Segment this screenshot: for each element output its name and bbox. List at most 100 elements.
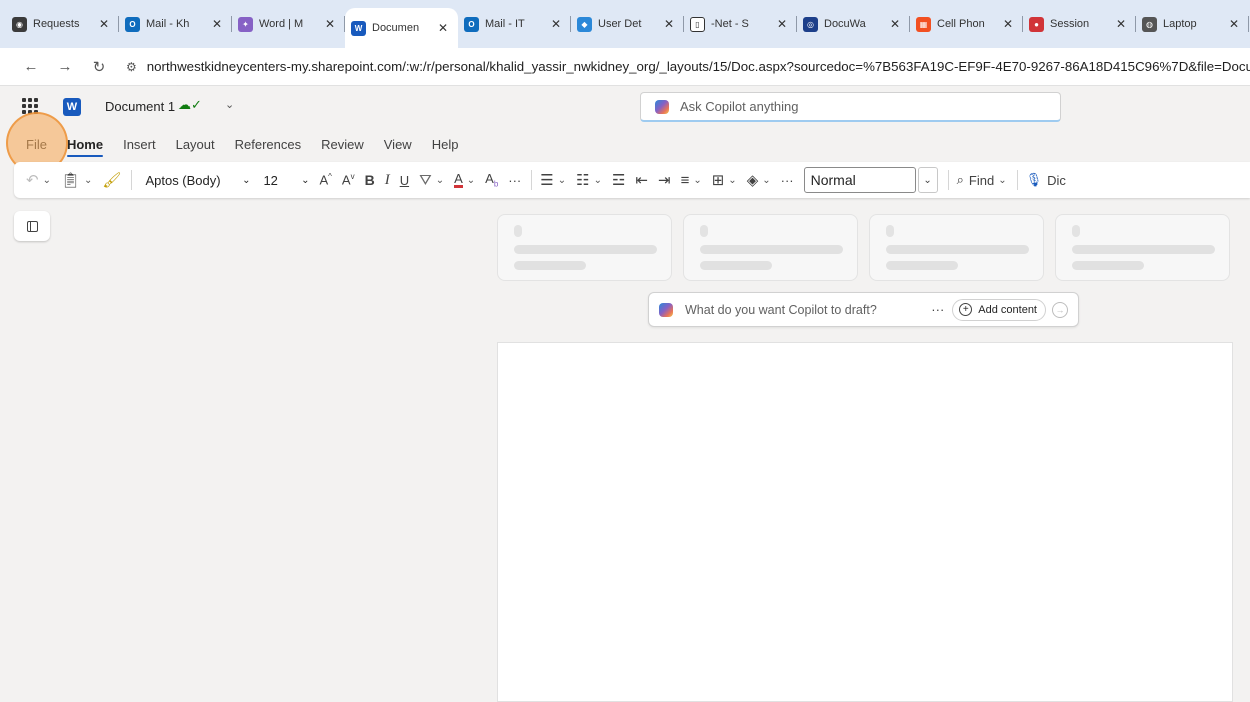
browser-tab[interactable]: W Documen ✕ [345,8,458,48]
copilot-suggestion-card[interactable] [497,214,672,281]
user-details-icon: ◆ [577,16,592,32]
tab-file[interactable]: File [26,137,47,152]
browser-tab[interactable]: ◍ Laptop ✕ [1136,7,1249,41]
browser-tab-title: User Det [598,18,642,30]
skeleton-placeholder [886,245,1029,254]
chevron-down-icon: ⌄ [762,174,771,186]
tab-review[interactable]: Review [321,137,364,152]
italic-button[interactable]: I [385,172,390,189]
dictate-button[interactable]: 🎙︎ Dic [1026,172,1066,188]
tab-home[interactable]: Home [66,137,104,157]
copilot-draft-input[interactable]: What do you want Copilot to draft? ··· +… [648,292,1079,327]
more-paragraph-options-button[interactable]: ··· [781,173,794,188]
close-icon[interactable]: ✕ [549,17,563,31]
font-name-box[interactable]: Aptos (Body) ⌄ [140,168,255,192]
italic-icon: I [384,171,390,188]
browser-tab[interactable]: O Mail - IT ✕ [458,7,571,41]
tab-view[interactable]: View [384,137,412,152]
back-icon[interactable]: ← [18,54,44,80]
chevron-down-icon: ⌄ [242,174,251,186]
align-button[interactable]: ≡ ⌄ [681,172,702,189]
highlight-button[interactable]: ⛛ ⌄ [419,172,444,189]
site-info-icon[interactable]: ⚙ [126,60,137,74]
undo-button[interactable]: ↶ ⌄ [26,171,51,189]
copilot-suggestion-card[interactable] [683,214,858,281]
close-icon[interactable]: ✕ [210,17,224,31]
tab-separator [1248,16,1249,32]
add-content-button[interactable]: + Add content [952,298,1046,321]
skeleton-placeholder [700,261,772,270]
style-dropdown-button[interactable]: ⌄ [917,167,938,193]
style-box[interactable]: Normal [803,167,916,193]
copilot-suggestion-card[interactable] [869,214,1044,281]
url-field[interactable]: ⚙ northwestkidneycenters-my.sharepoint.c… [126,51,1250,82]
close-icon[interactable]: ✕ [662,17,676,31]
checklist-icon: ☲ [611,172,626,189]
checklist-button[interactable]: ☲ [612,171,625,189]
bullet-list-icon: ☰ [540,172,554,189]
tab-help[interactable]: Help [432,137,459,152]
tab-references[interactable]: References [235,137,301,152]
send-icon[interactable]: → [1052,301,1068,318]
browser-tab[interactable]: O Mail - Kh ✕ [119,7,232,41]
borders-button[interactable]: ⊞ ⌄ [712,171,737,189]
chevron-down-icon: ⌄ [84,174,93,186]
chevron-down-icon[interactable]: ⌄ [225,98,234,111]
close-icon[interactable]: ✕ [1114,17,1128,31]
paste-button[interactable]: 📋︎ ⌄ [61,171,92,189]
shrink-font-button[interactable]: Av [342,172,355,187]
font-color-button[interactable]: A ⌄ [454,172,476,188]
search-icon: ⌕ [956,172,964,187]
more-options-icon[interactable]: ··· [931,302,944,317]
grow-font-button[interactable]: A^ [319,172,331,187]
word-icon: W [351,20,366,36]
copilot-suggestion-card[interactable] [1055,214,1230,281]
browser-tab[interactable]: ✦ Word | M ✕ [232,7,345,41]
close-icon[interactable]: ✕ [323,17,337,31]
clear-formatting-button[interactable]: Ab [485,171,498,189]
navigation-pane-button[interactable] [14,211,50,241]
underline-icon: U [399,172,410,188]
copilot-search-box[interactable]: Ask Copilot anything [640,92,1061,122]
red-figure-icon: ● [1029,16,1044,32]
bullets-button[interactable]: ☰ ⌄ [540,171,566,189]
numbering-button[interactable]: ☷ ⌄ [576,171,602,189]
font-size-box[interactable]: 12 ⌄ [263,168,309,192]
more-font-options-button[interactable]: ··· [508,173,521,188]
bold-button[interactable]: B [365,172,375,188]
browser-tab[interactable]: ▦ Cell Phon ✕ [910,7,1023,41]
tab-insert[interactable]: Insert [123,137,156,152]
format-painter-button[interactable]: 🖌︎ [102,171,121,189]
chevron-down-icon: ⌄ [466,174,476,186]
increase-indent-button[interactable]: ⇥ [658,171,671,189]
browser-tab-title: Cell Phon [937,18,985,30]
close-icon[interactable]: ✕ [97,17,111,31]
close-icon[interactable]: ✕ [888,17,902,31]
close-icon[interactable]: ✕ [1001,17,1015,31]
address-bar: ← → ↻ ⚙ northwestkidneycenters-my.sharep… [0,48,1250,86]
close-icon[interactable]: ✕ [775,17,789,31]
browser-tab[interactable]: ◉ Requests ✕ [6,7,119,41]
forward-icon[interactable]: → [52,54,78,80]
browser-tab[interactable]: ● Session ✕ [1023,7,1136,41]
app-launcher-icon[interactable] [22,98,38,114]
skeleton-placeholder [886,261,958,270]
document-page[interactable] [497,342,1233,702]
shading-button[interactable]: ◈ ⌄ [747,171,771,189]
reload-icon[interactable]: ↻ [86,54,112,80]
document-title[interactable]: Document 1 [105,99,175,114]
style-value: Normal [810,172,856,188]
decrease-indent-button[interactable]: ⇤ [635,171,648,189]
copilot-icon [655,99,669,114]
find-button[interactable]: ⌕ Find ⌄ [957,172,1007,188]
dark-circle-icon: ◉ [12,16,27,32]
browser-tab[interactable]: ◎ DocuWa ✕ [797,7,910,41]
underline-button[interactable]: U [400,173,409,188]
close-icon[interactable]: ✕ [1227,17,1241,31]
browser-tab[interactable]: ◆ User Det ✕ [571,7,684,41]
tab-layout[interactable]: Layout [176,137,215,152]
close-icon[interactable]: ✕ [436,21,450,35]
decrease-indent-icon: ⇤ [635,172,648,189]
browser-tab[interactable]: ▯ -Net - S ✕ [684,7,797,41]
outlook-icon: O [125,16,140,32]
